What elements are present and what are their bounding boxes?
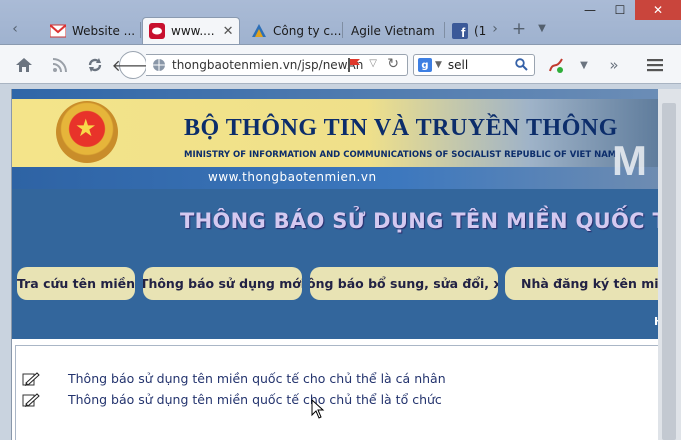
addon-dropdown-icon[interactable]: ▼: [572, 53, 596, 77]
vertical-scrollbar[interactable]: [658, 89, 681, 440]
organization-notice-link[interactable]: Thông báo sử dụng tên miền quốc tế cho c…: [68, 392, 442, 407]
globe-icon: [152, 58, 166, 72]
close-window-icon[interactable]: ✕: [635, 0, 681, 20]
tab-list-icon[interactable]: ▼: [533, 18, 551, 40]
menu-new-notice-button[interactable]: Thông báo sử dụng mới: [143, 267, 302, 300]
tab-gmail[interactable]: Website ...: [44, 17, 136, 44]
search-input[interactable]: sell: [448, 58, 468, 72]
minimize-icon[interactable]: —: [575, 0, 605, 20]
company-logo-icon: [251, 23, 267, 39]
opera-icon: [149, 23, 165, 39]
list-item[interactable]: Thông báo sử dụng tên miền quốc tế cho c…: [22, 392, 442, 407]
scrollbar-thumb[interactable]: [662, 103, 676, 440]
edit-icon: [22, 392, 40, 407]
menu-domain-lookup-button[interactable]: Tra cứu tên miền: [17, 267, 135, 300]
tab-scroll-left-icon[interactable]: ‹: [6, 18, 24, 40]
page-content: ★ BỘ THÔNG TIN VÀ TRUYỀN THÔNG MINISTRY …: [11, 89, 658, 440]
tab-label: www....: [171, 24, 215, 38]
reload-icon[interactable]: ↻: [387, 56, 399, 72]
tab-label: Website ...: [72, 23, 136, 38]
tab-company[interactable]: Công ty c...: [245, 17, 341, 44]
facebook-icon: f: [452, 22, 468, 39]
menu-icon[interactable]: [643, 53, 667, 77]
page-title: THÔNG BÁO SỬ DỤNG TÊN MIỀN QUỐC TẾ: [180, 209, 658, 233]
list-item[interactable]: Thông báo sử dụng tên miền quốc tế cho c…: [22, 371, 446, 386]
google-icon[interactable]: g: [418, 58, 432, 72]
notice-options-box: Thông báo sử dụng tên miền quốc tế cho c…: [15, 345, 658, 440]
tab-agile-vietnam[interactable]: Agile Vietnam: [345, 17, 443, 44]
ministry-name-en: MINISTRY OF INFORMATION AND COMMUNICATIO…: [184, 150, 617, 160]
star-icon: ★: [75, 114, 97, 142]
search-icon[interactable]: [515, 58, 528, 74]
individual-notice-link[interactable]: Thông báo sử dụng tên miền quốc tế cho c…: [68, 371, 446, 386]
gmail-icon: [50, 23, 66, 39]
search-bar[interactable]: g ▼ sell: [413, 54, 535, 76]
tab-active[interactable]: www.... ✕: [142, 17, 240, 44]
tab-separator: [342, 22, 343, 38]
tab-separator: [444, 22, 445, 38]
maximize-icon[interactable]: ☐: [605, 0, 635, 20]
back-button[interactable]: 🡐: [112, 51, 154, 79]
tab-scroll-right-icon[interactable]: ›: [486, 18, 504, 40]
banner-top-strip: [12, 89, 658, 99]
navigation-toolbar: 🡐 thongbaotenmien.vn/jsp/newAn ▽ ↻ g ▼ s…: [0, 44, 681, 84]
banner-letter: M: [612, 137, 647, 184]
menu-update-notice-button[interactable]: Thông báo bổ sung, sửa đổi, xóa: [310, 267, 498, 300]
sync-icon[interactable]: [83, 53, 107, 77]
tab-label: (1): [474, 23, 486, 38]
edit-icon: [22, 371, 40, 386]
site-url-text: www.thongbaotenmien.vn: [208, 170, 377, 184]
overflow-chevron-icon[interactable]: »: [602, 53, 626, 77]
url-bar[interactable]: thongbaotenmien.vn/jsp/newAn ▽ ↻: [146, 54, 408, 76]
new-tab-icon[interactable]: +: [510, 18, 528, 40]
url-text: thongbaotenmien.vn/jsp/newAn: [172, 58, 364, 72]
tab-facebook[interactable]: f (1): [446, 17, 486, 44]
addon-icon[interactable]: [544, 53, 568, 77]
tab-label: Agile Vietnam: [351, 23, 435, 38]
home-icon[interactable]: [12, 53, 36, 77]
ministry-name-vn: BỘ THÔNG TIN VÀ TRUYỀN THÔNG: [184, 115, 618, 141]
site-banner: ★ BỘ THÔNG TIN VÀ TRUYỀN THÔNG MINISTRY …: [12, 89, 658, 189]
tab-separator: [140, 22, 141, 38]
menu-registrar-button[interactable]: Nhà đăng ký tên miền q: [505, 267, 658, 300]
search-engine-dropdown-icon[interactable]: ▼: [435, 60, 442, 70]
tab-label: Công ty c...: [273, 23, 341, 38]
close-tab-icon[interactable]: ✕: [223, 24, 234, 39]
svg-text:f: f: [461, 25, 466, 39]
rss-icon[interactable]: [48, 53, 72, 77]
url-dropdown-icon[interactable]: ▽: [369, 58, 377, 69]
browser-window: ‹ Website ... www.... ✕ Công ty c... Agi…: [0, 0, 681, 440]
flag-icon[interactable]: [347, 58, 361, 75]
mouse-pointer-icon: [311, 399, 325, 419]
tab-bar: ‹ Website ... www.... ✕ Công ty c... Agi…: [0, 0, 681, 44]
